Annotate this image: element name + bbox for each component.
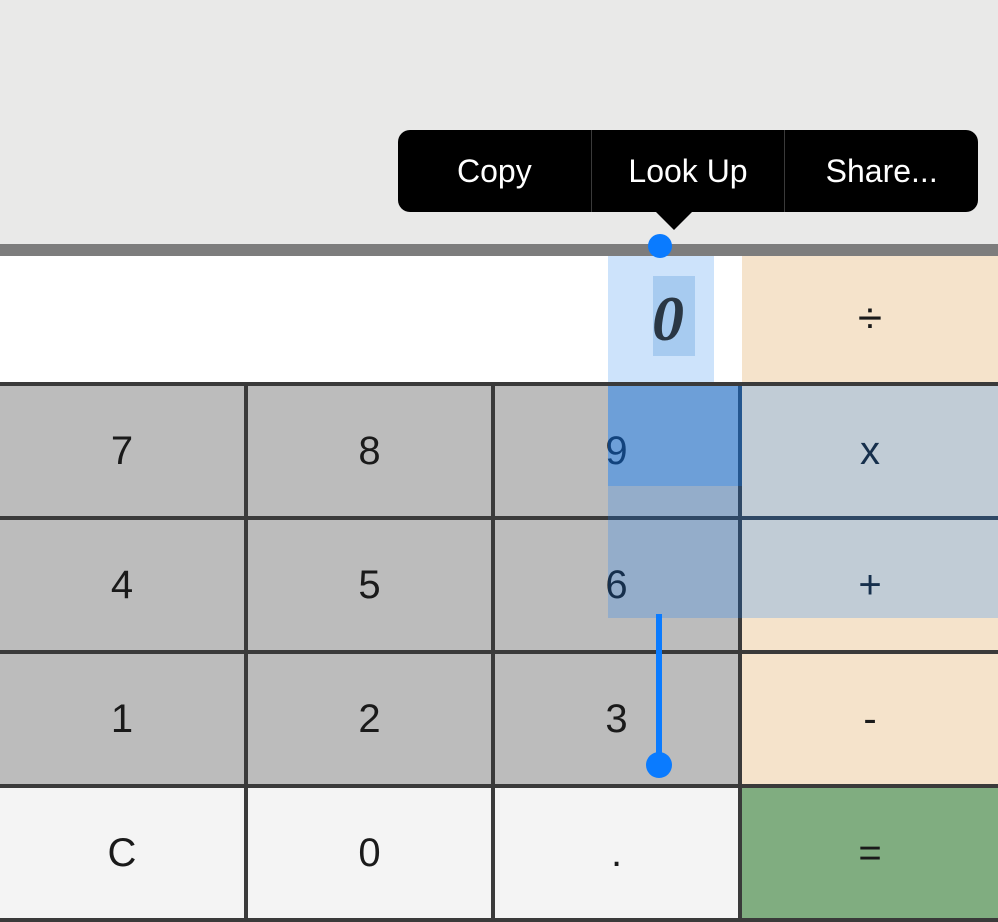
selection-handle-top[interactable] (648, 234, 672, 258)
equals-button[interactable]: = (742, 788, 998, 922)
key-3[interactable]: 3 (495, 654, 742, 788)
key-2[interactable]: 2 (248, 654, 495, 788)
context-menu-share[interactable]: Share... (785, 130, 978, 212)
context-menu: Copy Look Up Share... (398, 130, 978, 212)
calculator-display[interactable]: 0 (0, 256, 742, 386)
key-4[interactable]: 4 (0, 520, 248, 654)
multiply-button[interactable]: x (742, 386, 998, 520)
keypad: 7 8 9 x 4 5 6 + 1 2 3 - C 0 . = (0, 386, 998, 922)
add-button[interactable]: + (742, 520, 998, 654)
display-value: 0 (652, 282, 684, 356)
subtract-button[interactable]: - (742, 654, 998, 788)
key-7[interactable]: 7 (0, 386, 248, 520)
key-8[interactable]: 8 (248, 386, 495, 520)
context-menu-copy[interactable]: Copy (398, 130, 592, 212)
key-6[interactable]: 6 (495, 520, 742, 654)
key-1[interactable]: 1 (0, 654, 248, 788)
clear-button[interactable]: C (0, 788, 248, 922)
context-menu-lookup[interactable]: Look Up (592, 130, 786, 212)
divide-button[interactable]: ÷ (742, 256, 998, 386)
key-0[interactable]: 0 (248, 788, 495, 922)
divider (0, 244, 998, 256)
key-9[interactable]: 9 (495, 386, 742, 520)
decimal-button[interactable]: . (495, 788, 742, 922)
key-5[interactable]: 5 (248, 520, 495, 654)
display-row: 0 ÷ (0, 256, 998, 386)
